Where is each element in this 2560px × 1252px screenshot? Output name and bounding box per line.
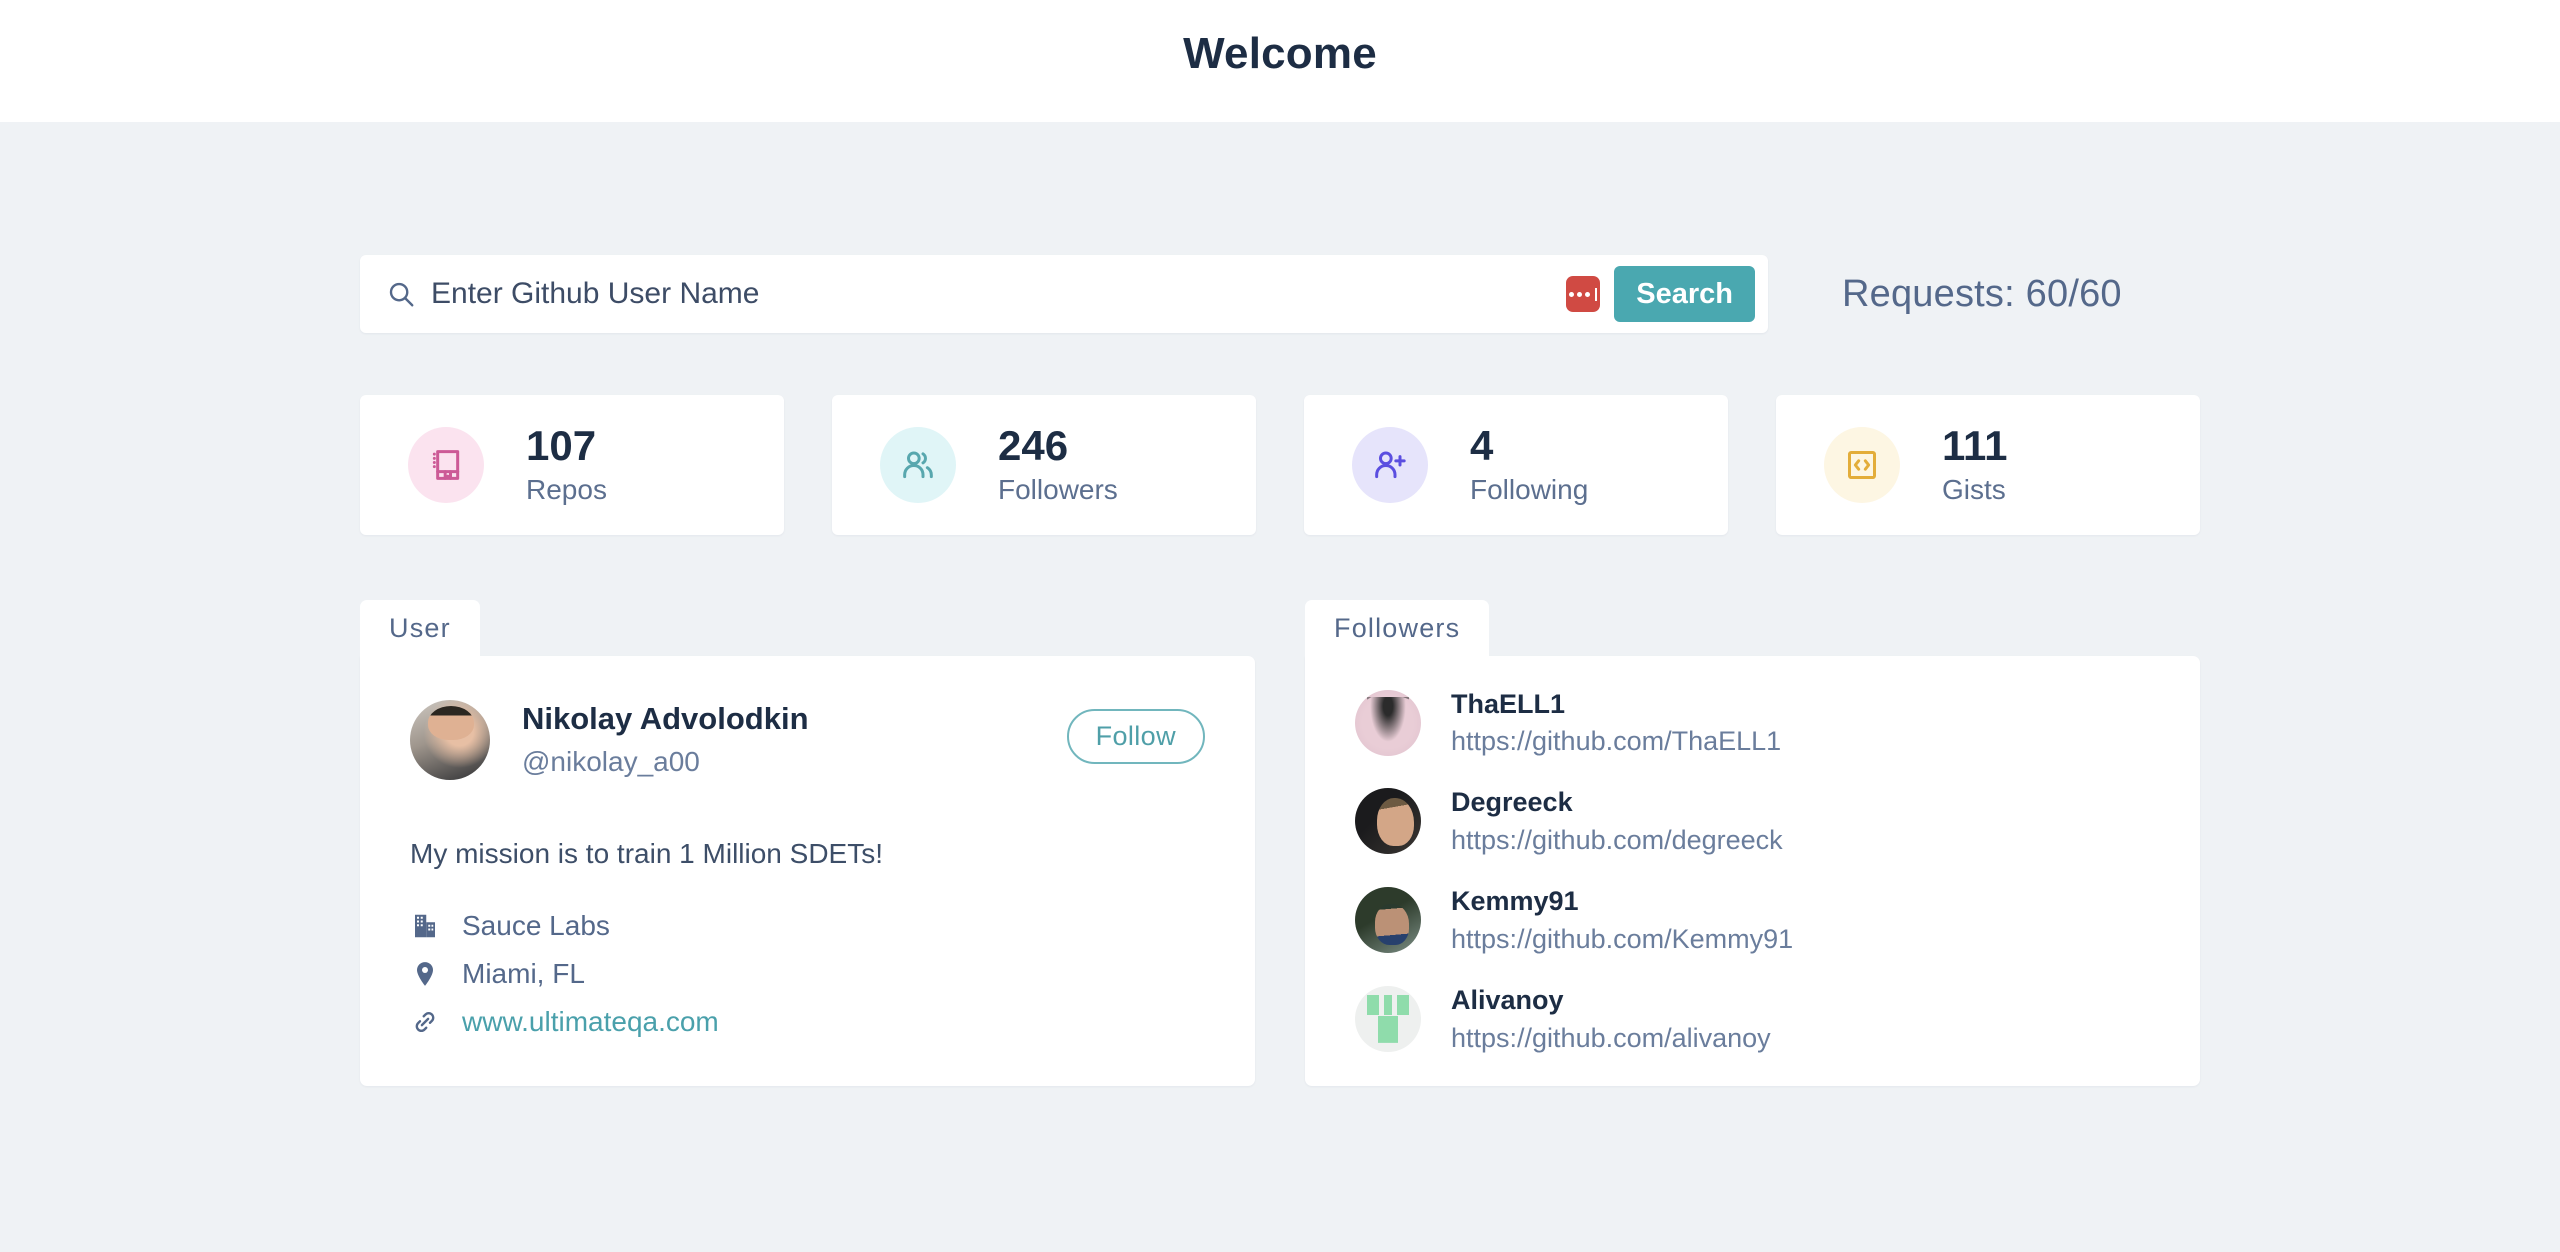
requests-counter: Requests: 60/60 — [1842, 272, 2122, 315]
tab-followers[interactable]: Followers — [1305, 600, 1490, 656]
stat-label: Repos — [526, 474, 607, 506]
follower-info: ThaELL1 https://github.com/ThaELL1 — [1451, 688, 1781, 758]
list-item[interactable]: Kemmy91 https://github.com/Kemmy91 — [1355, 885, 2150, 955]
user-handle: @nikolay_a00 — [522, 745, 700, 777]
stats-row: 107 Repos 246 Followers 4 Following 111 … — [360, 395, 2200, 535]
list-item[interactable]: ThaELL1 https://github.com/ThaELL1 — [1355, 688, 2150, 758]
list-item[interactable]: Alivanoy https://github.com/alivanoy — [1355, 984, 2150, 1054]
stat-card-followers: 246 Followers — [832, 395, 1256, 535]
user-company-row: Sauce Labs — [410, 910, 1205, 942]
follower-name: ThaELL1 — [1451, 688, 1566, 719]
panels-row: User Nikolay Advolodkin @nikolay_a00 Fol… — [360, 600, 2200, 1086]
follow-button[interactable]: Follow — [1066, 708, 1205, 765]
stat-text: 4 Following — [1470, 421, 1589, 506]
stat-text: 111 Gists — [1942, 421, 2008, 506]
tab-user[interactable]: User — [360, 600, 480, 656]
follower-info: Degreeck https://github.com/degreeck — [1451, 786, 1783, 856]
users-icon — [880, 427, 956, 503]
follower-avatar — [1355, 985, 1421, 1052]
book-icon — [408, 427, 484, 503]
follower-name: Alivanoy — [1451, 984, 1564, 1015]
follower-avatar — [1355, 788, 1421, 855]
stat-value: 111 — [1942, 421, 2008, 469]
stat-card-gists: 111 Gists — [1776, 395, 2200, 535]
follower-info: Kemmy91 https://github.com/Kemmy91 — [1451, 885, 1793, 955]
follower-url[interactable]: https://github.com/alivanoy — [1451, 1023, 1771, 1054]
user-identity: Nikolay Advolodkin @nikolay_a00 — [522, 700, 809, 778]
pw-dot — [1569, 291, 1575, 297]
stat-card-repos: 107 Repos — [360, 395, 784, 535]
page-body: Search Requests: 60/60 107 Repos — [0, 122, 2560, 1252]
user-location-row: Miami, FL — [410, 958, 1205, 990]
follower-avatar — [1355, 689, 1421, 756]
stat-text: 246 Followers — [998, 421, 1118, 506]
follower-avatar — [1355, 887, 1421, 954]
pw-dot — [1577, 291, 1583, 297]
user-meta-list: Sauce Labs Miami, FL www.ultimateqa.com — [410, 910, 1205, 1038]
user-website-link[interactable]: www.ultimateqa.com — [462, 1006, 719, 1038]
content-container: Search Requests: 60/60 107 Repos — [360, 122, 2200, 1086]
pw-cursor — [1595, 287, 1598, 301]
search-icon — [389, 282, 414, 307]
follower-name: Kemmy91 — [1451, 886, 1579, 917]
stat-value: 107 — [526, 421, 597, 469]
search-button[interactable]: Search — [1614, 266, 1755, 322]
map-pin-icon — [417, 961, 433, 986]
follower-name: Degreeck — [1451, 787, 1573, 818]
follower-info: Alivanoy https://github.com/alivanoy — [1451, 984, 1771, 1054]
page-header: Welcome — [0, 0, 2560, 122]
followers-list: ThaELL1 https://github.com/ThaELL1 Degre… — [1305, 655, 2200, 1086]
user-location: Miami, FL — [462, 957, 585, 989]
stat-value: 4 — [1470, 421, 1494, 469]
building-icon — [415, 914, 435, 937]
stat-text: 107 Repos — [526, 421, 607, 506]
follower-url[interactable]: https://github.com/degreeck — [1451, 825, 1783, 856]
follower-url[interactable]: https://github.com/ThaELL1 — [1451, 726, 1781, 757]
user-bio: My mission is to train 1 Million SDETs! — [410, 837, 884, 869]
link-icon — [415, 1011, 435, 1032]
search-bar[interactable]: Search — [360, 255, 1768, 333]
search-input[interactable] — [431, 271, 1567, 317]
stat-label: Followers — [998, 474, 1118, 506]
followers-panel: Followers ThaELL1 https://github.com/Tha… — [1305, 600, 2200, 1086]
user-avatar — [410, 699, 490, 780]
user-company: Sauce Labs — [462, 909, 610, 941]
search-row: Search Requests: 60/60 — [360, 255, 2200, 333]
user-header: Nikolay Advolodkin @nikolay_a00 Follow — [410, 699, 1205, 780]
stat-label: Following — [1470, 474, 1589, 506]
pw-dot — [1585, 291, 1591, 297]
user-card: Nikolay Advolodkin @nikolay_a00 Follow M… — [360, 655, 1255, 1086]
user-plus-icon — [1352, 427, 1428, 503]
list-item[interactable]: Degreeck https://github.com/degreeck — [1355, 786, 2150, 856]
code-icon — [1824, 427, 1900, 503]
follower-url[interactable]: https://github.com/Kemmy91 — [1451, 924, 1793, 955]
password-manager-icon[interactable] — [1566, 276, 1601, 312]
page-title: Welcome — [1183, 29, 1377, 78]
stat-label: Gists — [1942, 474, 2006, 506]
user-name: Nikolay Advolodkin — [522, 700, 809, 736]
user-website-row: www.ultimateqa.com — [410, 1006, 1205, 1038]
stat-card-following: 4 Following — [1304, 395, 1728, 535]
user-panel: User Nikolay Advolodkin @nikolay_a00 Fol… — [360, 600, 1255, 1086]
stat-value: 246 — [998, 421, 1069, 469]
